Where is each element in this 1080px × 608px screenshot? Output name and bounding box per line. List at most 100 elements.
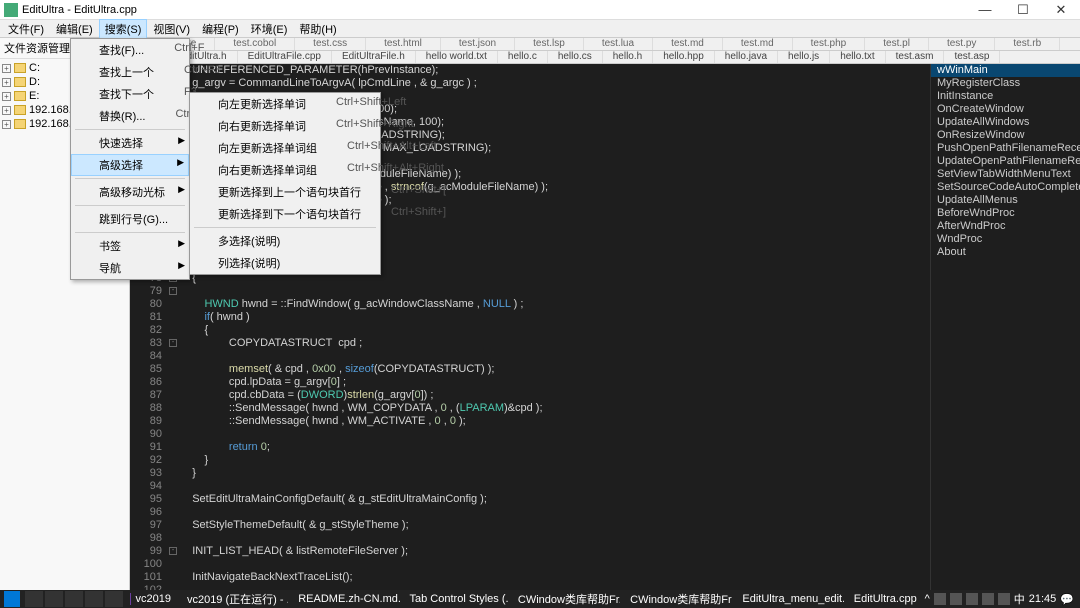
menu-item[interactable]: 高级选择▶: [71, 154, 189, 176]
menu-item[interactable]: 高级移动光标▶: [71, 181, 189, 203]
menu-item[interactable]: 向右更新选择单词Ctrl+Shift+Right: [190, 115, 380, 137]
menu-item[interactable]: 查找(F)...Ctrl+F: [71, 39, 189, 61]
code-line[interactable]: [180, 480, 930, 493]
symbol-item[interactable]: OnCreateWindow: [931, 103, 1080, 116]
ext-tab[interactable]: test.lsp: [515, 38, 584, 50]
notification-icon[interactable]: 💬: [1060, 593, 1074, 606]
ext-tab[interactable]: test.rb: [995, 38, 1060, 50]
code-line[interactable]: COPYDATASTRUCT cpd ;: [180, 337, 930, 350]
code-line[interactable]: [180, 350, 930, 363]
file-tab[interactable]: hello world.txt: [416, 51, 498, 63]
file-tab[interactable]: hello.c: [498, 51, 548, 63]
symbol-item[interactable]: OnResizeWindow: [931, 129, 1080, 142]
menu-item[interactable]: 查找上一个Ctrl+F3: [71, 61, 189, 83]
menu-item[interactable]: 书签▶: [71, 235, 189, 257]
expand-icon[interactable]: +: [2, 78, 11, 87]
minimize-button[interactable]: —: [970, 2, 1000, 18]
expand-icon[interactable]: +: [2, 64, 11, 73]
symbol-item[interactable]: InitInstance: [931, 90, 1080, 103]
menu-item[interactable]: 替换(R)...Ctrl+R/H: [71, 105, 189, 127]
tray-icon[interactable]: [934, 593, 946, 605]
file-tab[interactable]: hello.hpp: [653, 51, 715, 63]
menu-item[interactable]: 更新选择到下一个语句块首行Ctrl+Shift+]: [190, 203, 380, 225]
ext-tabstrip[interactable]: test.cmaketest.coboltest.csstest.htmltes…: [130, 38, 1080, 51]
tray-icon[interactable]: [982, 593, 994, 605]
code-line[interactable]: memset( & cpd , 0x00 , sizeof(COPYDATAST…: [180, 363, 930, 376]
file-tab[interactable]: test.asm: [886, 51, 945, 63]
fold-marker[interactable]: -: [169, 339, 177, 347]
code-line[interactable]: return 0;: [180, 441, 930, 454]
symbol-panel[interactable]: wWinMainMyRegisterClassInitInstanceOnCre…: [930, 64, 1080, 590]
menu-item[interactable]: 跳到行号(G)...Ctrl+G: [71, 208, 189, 230]
taskbar-item[interactable]: README.zh-CN.md...: [288, 590, 399, 608]
expand-icon[interactable]: +: [2, 92, 11, 101]
ext-tab[interactable]: test.cobol: [215, 38, 295, 50]
taskbar-item[interactable]: vc2019: [124, 590, 177, 608]
code-line[interactable]: INIT_LIST_HEAD( & listRemoteFileServer )…: [180, 545, 930, 558]
code-line[interactable]: }: [180, 467, 930, 480]
file-tab[interactable]: hello.java: [715, 51, 778, 63]
menu-item[interactable]: 向左更新选择单词组Ctrl+Shift+Alt+Left: [190, 137, 380, 159]
symbol-item[interactable]: AfterWndProc: [931, 220, 1080, 233]
code-line[interactable]: }: [180, 454, 930, 467]
symbol-item[interactable]: UpdateOpenPathFilenameRecently: [931, 155, 1080, 168]
close-button[interactable]: ✕: [1046, 2, 1076, 18]
file-tab[interactable]: EditUltraFile.cpp: [238, 51, 332, 63]
menu-item[interactable]: 更新选择到上一个语句块首行Ctrl+Shift+[: [190, 181, 380, 203]
code-line[interactable]: [180, 428, 930, 441]
code-line[interactable]: cpd.lpData = g_argv[0] ;: [180, 376, 930, 389]
menu-item[interactable]: 列选择(说明): [190, 252, 380, 274]
code-line[interactable]: SetEditUltraMainConfigDefault( & g_stEdi…: [180, 493, 930, 506]
menu-item[interactable]: 帮助(H): [293, 19, 342, 39]
code-line[interactable]: InitNavigateBackNextTraceList();: [180, 571, 930, 584]
tray-icon[interactable]: [966, 593, 978, 605]
file-tabstrip[interactable]: .cppEditUltra.hEditUltraFile.cppEditUltr…: [130, 51, 1080, 64]
ext-tab[interactable]: test.json: [441, 38, 515, 50]
file-tab[interactable]: hello.txt: [830, 51, 885, 63]
symbol-item[interactable]: WndProc: [931, 233, 1080, 246]
symbol-item[interactable]: UpdateAllMenus: [931, 194, 1080, 207]
taskbar-pin[interactable]: [105, 591, 123, 607]
code-line[interactable]: ::SendMessage( hwnd , WM_ACTIVATE , 0 , …: [180, 415, 930, 428]
ext-tab[interactable]: test.pl: [865, 38, 929, 50]
menu-item[interactable]: 导航▶: [71, 257, 189, 279]
menu-item[interactable]: 向左更新选择单词Ctrl+Shift+Left: [190, 93, 380, 115]
taskbar-pin[interactable]: [85, 591, 103, 607]
symbol-item[interactable]: UpdateAllWindows: [931, 116, 1080, 129]
code-line[interactable]: UNREFERENCED_PARAMETER(hPrevInstance);: [180, 64, 930, 77]
file-tab[interactable]: hello.h: [603, 51, 653, 63]
code-line[interactable]: [180, 558, 930, 571]
ext-tab[interactable]: test.php: [793, 38, 866, 50]
taskbar-item[interactable]: CWindow类库帮助Fr...: [620, 590, 732, 608]
symbol-item[interactable]: MyRegisterClass: [931, 77, 1080, 90]
menu-item[interactable]: 环境(E): [245, 19, 294, 39]
file-tab[interactable]: test.asp: [944, 51, 1000, 63]
ext-tab[interactable]: test.md: [653, 38, 723, 50]
advanced-select-submenu[interactable]: 向左更新选择单词Ctrl+Shift+Left向右更新选择单词Ctrl+Shif…: [189, 92, 381, 275]
tray-icon[interactable]: [998, 593, 1010, 605]
taskbar-item[interactable]: Tab Control Styles (...: [400, 590, 508, 608]
expand-icon[interactable]: +: [2, 106, 11, 115]
symbol-item[interactable]: BeforeWndProc: [931, 207, 1080, 220]
menu-item[interactable]: 编辑(E): [50, 19, 99, 39]
menu-item[interactable]: 搜索(S): [99, 19, 148, 39]
file-tab[interactable]: hello.js: [778, 51, 830, 63]
maximize-button[interactable]: ☐: [1008, 2, 1038, 18]
fold-marker[interactable]: -: [169, 547, 177, 555]
ext-tab[interactable]: test.lua: [584, 38, 653, 50]
ext-tab[interactable]: test.md: [723, 38, 793, 50]
menu-item[interactable]: 快速选择▶: [71, 132, 189, 154]
start-button[interactable]: [4, 591, 20, 607]
symbol-item[interactable]: SetSourceCodeAutoCompletedShowAft: [931, 181, 1080, 194]
code-line[interactable]: ::SendMessage( hwnd , WM_COPYDATA , 0 , …: [180, 402, 930, 415]
ext-tab[interactable]: test.html: [366, 38, 441, 50]
ext-tab[interactable]: test.py: [929, 38, 995, 50]
code-line[interactable]: SetStyleThemeDefault( & g_stStyleTheme )…: [180, 519, 930, 532]
tray-up-icon[interactable]: ^: [925, 593, 930, 605]
menu-item[interactable]: 编程(P): [196, 19, 245, 39]
symbol-item[interactable]: wWinMain: [931, 64, 1080, 77]
fold-marker[interactable]: -: [169, 287, 177, 295]
menu-item[interactable]: 文件(F): [2, 19, 50, 39]
menu-item[interactable]: 多选择(说明): [190, 230, 380, 252]
code-line[interactable]: if( hwnd ): [180, 311, 930, 324]
